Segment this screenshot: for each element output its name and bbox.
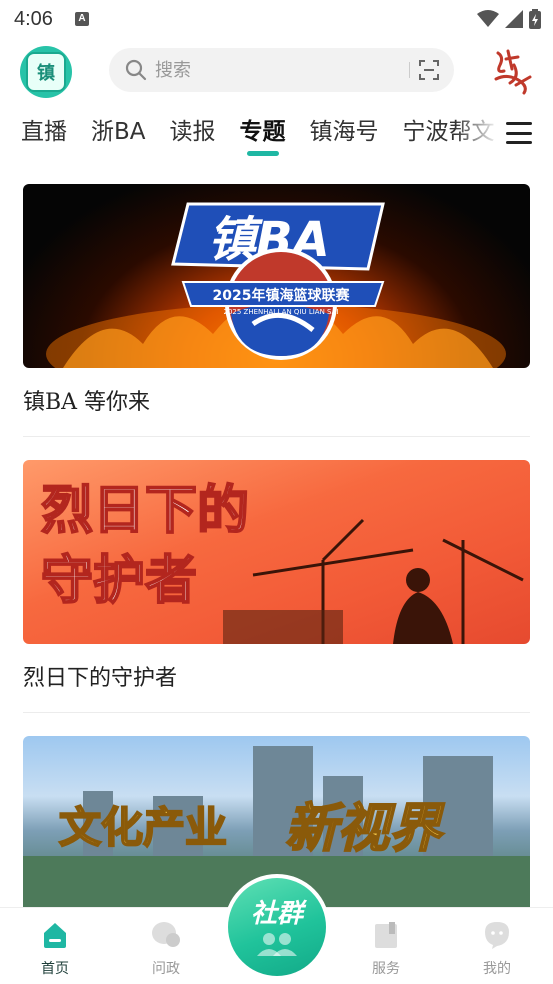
- nav-wenzheng[interactable]: 问政: [126, 920, 206, 978]
- app-header: 镇: [0, 44, 553, 100]
- topic-card[interactable]: 烈日下的 守护者 烈日下的守护者: [23, 460, 530, 713]
- community-button-inner: 社群: [228, 878, 326, 976]
- scan-icon[interactable]: [418, 59, 440, 81]
- culture-title-b: 新视界: [285, 799, 445, 859]
- topic-caption[interactable]: 镇BA 等你来: [23, 384, 530, 420]
- chat-icon: [152, 922, 180, 947]
- profile-icon: [485, 922, 509, 949]
- brand-logo[interactable]: [486, 44, 538, 100]
- search-divider: [409, 62, 410, 78]
- app-logo[interactable]: 镇: [20, 46, 72, 98]
- tab-live[interactable]: 直播: [21, 112, 67, 152]
- zhen-ba-banner-art: 镇BA 2025年镇海篮球联赛 2025 ZHENHAI LAN QIU LIA…: [46, 202, 506, 368]
- status-time: 4:06: [14, 7, 53, 30]
- tab-topics[interactable]: 专题: [240, 112, 286, 152]
- tab-track: 直播 浙BA 读报 专题 镇海号 宁波帮文: [21, 112, 495, 162]
- menu-icon[interactable]: [506, 122, 532, 144]
- channel-tabs: 直播 浙BA 读报 专题 镇海号 宁波帮文: [0, 112, 553, 162]
- status-icons: [477, 9, 541, 29]
- brand-calligraphy-icon: [494, 49, 532, 95]
- nav-mine-label: 我的: [483, 961, 511, 977]
- nav-wenzheng-label: 问政: [152, 961, 180, 977]
- community-label: 社群: [250, 898, 303, 929]
- book-icon: [375, 922, 397, 948]
- search-input[interactable]: [155, 59, 395, 81]
- nav-home[interactable]: 首页: [15, 920, 95, 978]
- community-icon: [257, 932, 297, 956]
- signal-icon: [505, 10, 523, 28]
- tab-zhe-ba[interactable]: 浙BA: [91, 112, 146, 152]
- guardians-title-line1: 烈日下的: [41, 481, 249, 541]
- home-icon: [44, 923, 66, 948]
- topic-banner-zhen-ba[interactable]: 镇BA 2025年镇海篮球联赛 2025 ZHENHAI LAN QIU LIA…: [23, 184, 530, 368]
- status-bar: 4:06 A: [0, 0, 553, 38]
- bottom-nav: 首页 问政 社群 服务 我的: [0, 874, 553, 984]
- app-logo-mark: 镇: [26, 52, 66, 92]
- search-icon: [125, 59, 147, 81]
- topic-feed: 镇BA 2025年镇海篮球联赛 2025 ZHENHAI LAN QIU LIA…: [23, 184, 530, 908]
- card-divider: [23, 712, 530, 713]
- nav-mine[interactable]: 我的: [457, 920, 537, 978]
- topic-caption[interactable]: 烈日下的守护者: [23, 660, 530, 696]
- scan-area: [409, 59, 440, 81]
- community-button[interactable]: 社群: [224, 874, 330, 980]
- culture-title-a: 文化产业: [59, 803, 227, 852]
- notification-badge-icon: A: [74, 12, 89, 26]
- search-bar[interactable]: [109, 48, 454, 92]
- tab-zhenhai-hao[interactable]: 镇海号: [310, 112, 379, 152]
- wifi-icon: [477, 10, 499, 27]
- zhen-ba-subtitle-en: 2025 ZHENHAI LAN QIU LIAN SAI: [224, 308, 339, 316]
- nav-home-label: 首页: [41, 961, 69, 977]
- nav-service[interactable]: 服务: [346, 920, 426, 978]
- topic-banner-guardians[interactable]: 烈日下的 守护者: [23, 460, 530, 644]
- tab-fade: [455, 112, 499, 162]
- zhen-ba-subtitle: 2025年镇海篮球联赛: [213, 287, 351, 304]
- nav-service-label: 服务: [372, 961, 400, 977]
- card-divider: [23, 436, 530, 437]
- app-logo-text: 镇: [37, 63, 55, 84]
- guardians-banner-art: 烈日下的 守护者: [40, 480, 524, 644]
- battery-icon: [529, 9, 541, 29]
- guardians-title-line2: 守护者: [41, 551, 197, 611]
- topic-card[interactable]: 镇BA 2025年镇海篮球联赛 2025 ZHENHAI LAN QIU LIA…: [23, 184, 530, 437]
- tab-newspaper[interactable]: 读报: [170, 112, 216, 152]
